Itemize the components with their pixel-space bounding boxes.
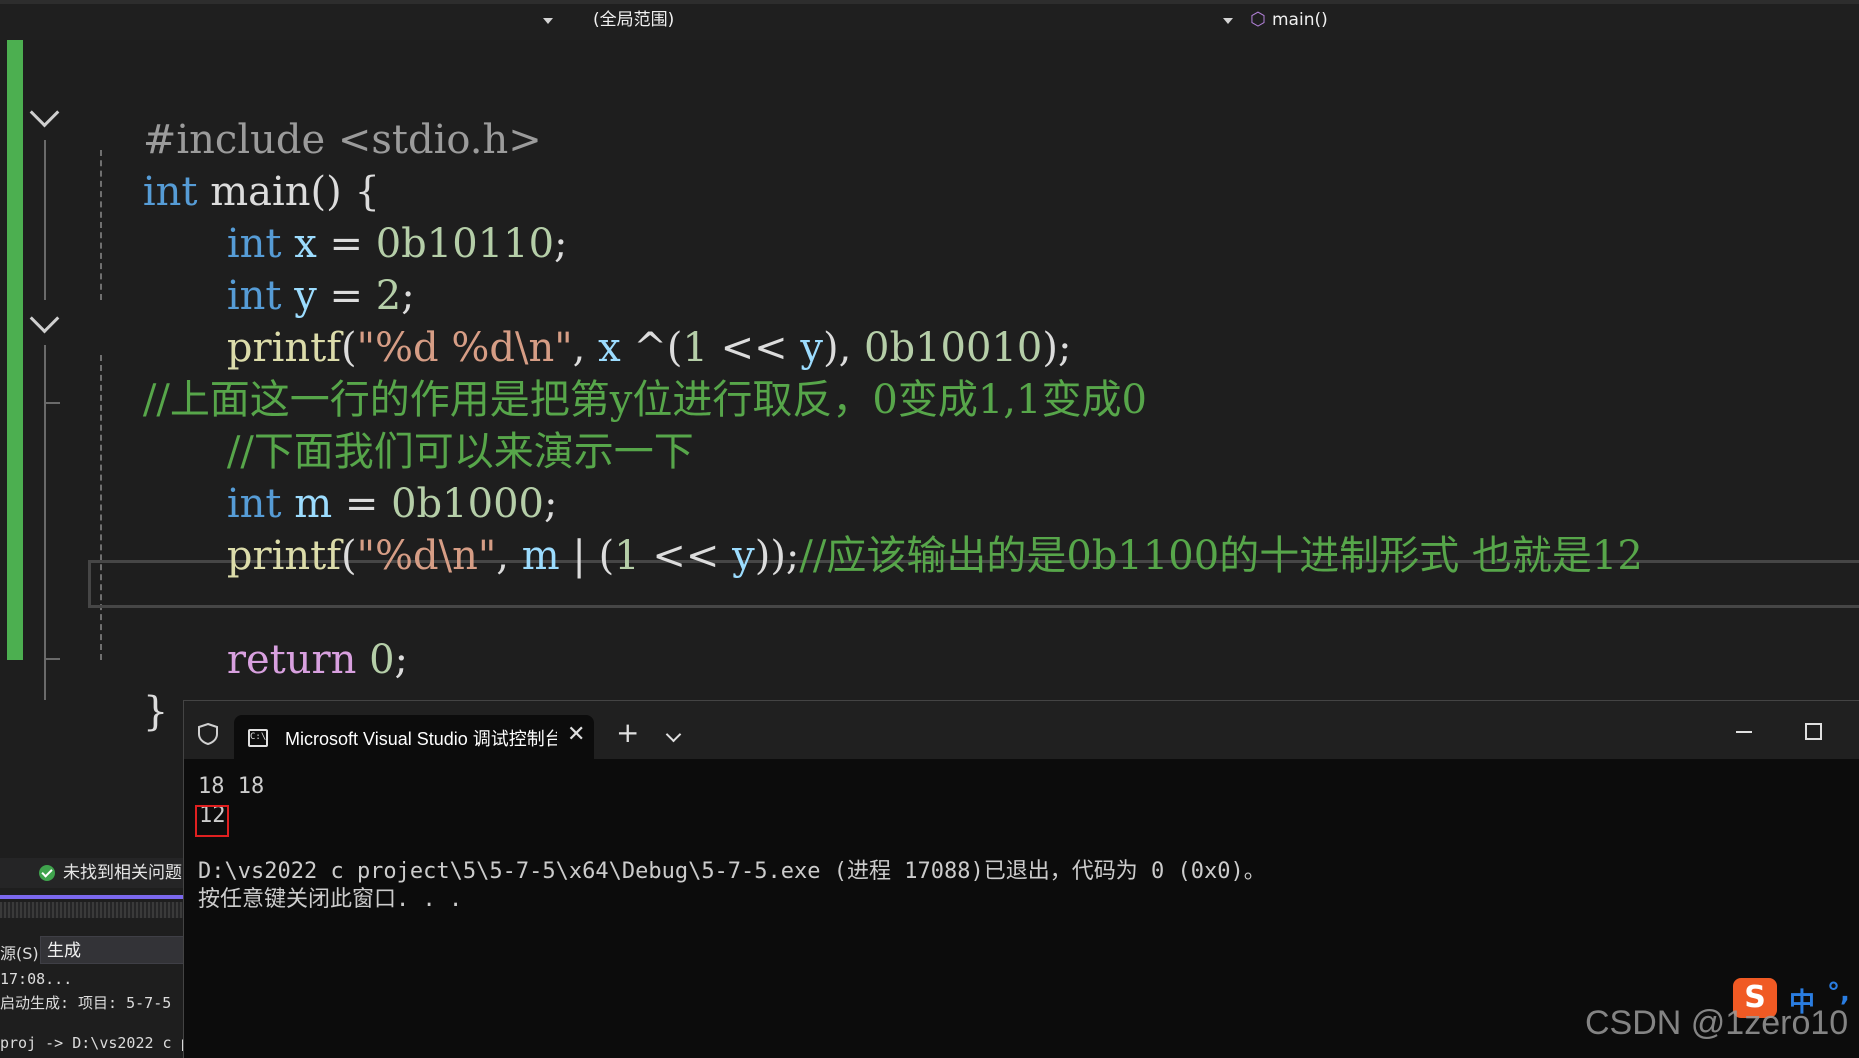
- scope-dropdown[interactable]: (全局范围): [568, 6, 1238, 34]
- watermark: CSDN @1zero10: [1585, 1004, 1849, 1042]
- shield-icon: [198, 723, 218, 745]
- code-line-2: int main() {: [92, 114, 380, 215]
- console-icon: C:\: [248, 729, 268, 747]
- issues-text: 未找到相关问题: [63, 863, 182, 883]
- punct: ,: [496, 533, 522, 579]
- punct: ;: [394, 637, 409, 683]
- change-indicator-bar: [7, 40, 23, 660]
- terminal-output-line: 18 18: [198, 774, 265, 799]
- variable: y: [732, 533, 755, 579]
- navigation-bar: (全局范围) ⬡ main(): [0, 0, 1859, 41]
- maximize-button[interactable]: [1805, 723, 1822, 740]
- function-dropdown[interactable]: ⬡ main(): [1246, 6, 1859, 34]
- code-line-9: printf("%d\n", m | (1 << y));//应该输出的是0b1…: [176, 478, 1643, 579]
- variable: m: [521, 533, 560, 579]
- terminal-titlebar: C:\ Microsoft Visual Studio 调试控制台 ✕ +: [184, 701, 1859, 759]
- number: 1: [614, 533, 640, 579]
- fold-end-marker: [44, 658, 60, 660]
- punct: (: [341, 533, 357, 579]
- code-line-11: return 0;: [176, 582, 408, 683]
- tab-debug-console[interactable]: C:\ Microsoft Visual Studio 调试控制台 ✕: [234, 715, 594, 759]
- issues-status-strip[interactable]: 未找到相关问题: [0, 858, 190, 888]
- chevron-down-icon: [1223, 18, 1233, 24]
- panel-splitter[interactable]: [0, 902, 190, 918]
- fold-chevron-icon[interactable]: [29, 303, 60, 334]
- fold-line: [44, 345, 46, 700]
- progress-accent-line: [0, 895, 190, 899]
- operator: <<: [639, 533, 733, 579]
- function-label: main(): [1272, 10, 1328, 30]
- top-divider: [0, 0, 1859, 4]
- function-name: printf: [226, 533, 342, 579]
- punct: ));: [754, 533, 800, 579]
- new-tab-button[interactable]: +: [616, 719, 639, 747]
- output-line: proj -> D:\vs2022 c p: [0, 1034, 190, 1052]
- chevron-down-icon: [543, 18, 553, 24]
- fold-end-marker: [44, 402, 60, 404]
- minimize-button[interactable]: [1736, 731, 1752, 733]
- punct: ;: [554, 221, 568, 267]
- highlight-annotation-box: [195, 805, 229, 837]
- closing-brace: }: [142, 689, 169, 735]
- terminal-output-line: 按任意键关闭此窗口. . .: [198, 887, 463, 912]
- code-line-3: int x = 0b10110;: [176, 166, 568, 267]
- code-line-5: printf("%d %d\n", x ^(1 << y), 0b10010);: [176, 270, 1072, 371]
- operator: | (: [559, 533, 615, 579]
- tab-title: Microsoft Visual Studio 调试控制台: [285, 729, 557, 749]
- scope-label: (全局范围): [593, 10, 675, 30]
- code-line-6: //上面这一行的作用是把第y位进行取反，0变成1,1变成0: [92, 322, 1147, 423]
- terminal-output-line: D:\vs2022 c project\5\5-7-5\x64\Debug\5-…: [198, 859, 1266, 884]
- number: 0: [356, 637, 395, 683]
- check-circle-icon: [39, 865, 55, 881]
- project-dropdown[interactable]: [0, 6, 560, 34]
- fold-line: [44, 140, 46, 300]
- comment: //应该输出的是0b1100的十进制形式 也就是12: [799, 533, 1643, 579]
- code-line-12: }: [92, 634, 168, 735]
- output-source-label: 源(S):: [0, 944, 45, 963]
- cube-icon: ⬡: [1250, 9, 1266, 30]
- code-line-4: int y = 2;: [176, 218, 415, 319]
- keyword: return: [226, 637, 357, 683]
- string: "%d\n": [356, 533, 497, 579]
- code-editor[interactable]: #include <stdio.h> int main() { int x = …: [0, 40, 1859, 735]
- code-line-8: int m = 0b1000;: [176, 426, 558, 527]
- output-line: 17:08...: [0, 970, 73, 988]
- output-line: 启动生成: 项目: 5-7-5: [0, 994, 172, 1012]
- code-line-1: #include <stdio.h>: [92, 62, 542, 163]
- code-line-7: //下面我们可以来演示一下: [176, 374, 694, 475]
- chevron-down-icon[interactable]: [665, 726, 682, 743]
- output-source-select[interactable]: 生成: [40, 936, 185, 964]
- close-icon[interactable]: ✕: [567, 722, 585, 747]
- fold-chevron-icon[interactable]: [29, 97, 60, 128]
